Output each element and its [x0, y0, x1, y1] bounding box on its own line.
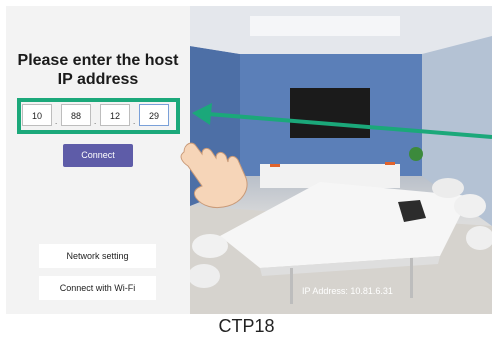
device-screen: Please enter the host IP address 10 . 88… — [6, 6, 492, 314]
model-caption: CTP18 — [218, 316, 275, 336]
hand-pointer-icon — [180, 142, 248, 209]
annotation-overlay — [180, 103, 492, 209]
green-arrow-icon — [192, 103, 492, 139]
